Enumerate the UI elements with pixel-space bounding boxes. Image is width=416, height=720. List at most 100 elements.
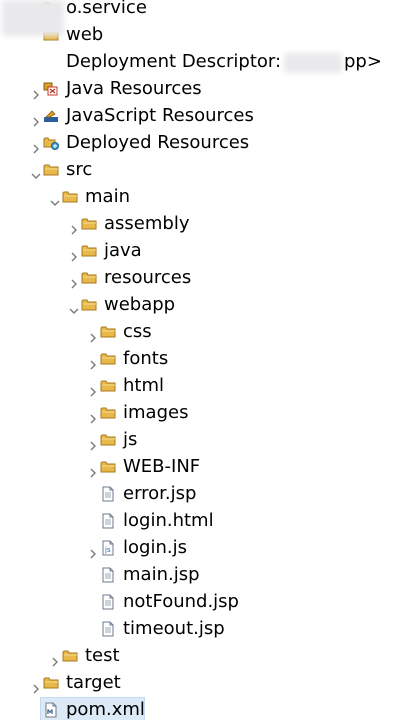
tree-item-fonts[interactable]: fonts: [0, 346, 416, 373]
javascript-file-icon: js: [100, 540, 116, 556]
file-icon: [100, 513, 116, 529]
tree-item-label: web: [66, 24, 104, 45]
tree-item-label: Deployment Descriptor:: [66, 51, 282, 72]
tree-item-label: main.jsp: [123, 564, 200, 585]
deployed-resources-icon: [43, 135, 59, 151]
tree-item-main-jsp[interactable]: main.jsp: [0, 562, 416, 589]
tree-item-test[interactable]: test: [0, 643, 416, 670]
tree-item-label: assembly: [104, 213, 190, 234]
tree-item-webapp[interactable]: webapp: [0, 292, 416, 319]
folder-icon: [100, 324, 116, 340]
tree-item-web-inf[interactable]: WEB-INF: [0, 454, 416, 481]
folder-icon: [100, 459, 116, 475]
collapse-arrow-icon[interactable]: [31, 84, 41, 100]
folder-icon: [81, 297, 97, 313]
tree-item-label: timeout.jsp: [123, 618, 225, 639]
tree-item-label: java: [104, 240, 142, 261]
collapse-arrow-icon[interactable]: [88, 435, 98, 451]
collapse-arrow-icon[interactable]: [31, 678, 41, 694]
expand-arrow-icon[interactable]: [69, 300, 79, 314]
tree-item-label: error.jsp: [123, 483, 197, 504]
tree-item-label: js: [123, 429, 138, 450]
tree-item-label: css: [123, 321, 152, 342]
tree-item-label: login.html: [123, 510, 214, 531]
tree-item-javascript-resources[interactable]: JavaScript Resources: [0, 103, 416, 130]
maven-pom-icon: M: [43, 702, 59, 718]
tree-item-label: o.service: [66, 0, 147, 18]
collapse-arrow-icon[interactable]: [69, 246, 79, 262]
collapse-arrow-icon[interactable]: [69, 273, 79, 289]
tree-item-main[interactable]: main: [0, 184, 416, 211]
folder-icon: [43, 162, 59, 178]
tree-item-timeout-jsp[interactable]: timeout.jsp: [0, 616, 416, 643]
folder-icon: [100, 378, 116, 394]
collapse-arrow-icon[interactable]: [50, 651, 60, 667]
tree-item-images[interactable]: images: [0, 400, 416, 427]
folder-icon: [81, 216, 97, 232]
collapse-arrow-icon[interactable]: [88, 462, 98, 478]
tree-item-label-suffix: pp>: [344, 51, 382, 72]
tree-item-notfound-jsp[interactable]: notFound.jsp: [0, 589, 416, 616]
collapse-arrow-icon[interactable]: [31, 138, 41, 154]
tree-item-deployed-resources[interactable]: Deployed Resources: [0, 130, 416, 157]
tree-item-label: target: [66, 672, 121, 693]
folder-icon: [81, 243, 97, 259]
svg-text:js: js: [104, 546, 111, 554]
folder-icon: [62, 648, 78, 664]
folder-icon: [81, 270, 97, 286]
folder-icon: [100, 432, 116, 448]
folder-icon: [100, 405, 116, 421]
tree-item-label: main: [85, 186, 130, 207]
tree-item-java[interactable]: java: [0, 238, 416, 265]
tree-item-java-resources[interactable]: Java Resources: [0, 76, 416, 103]
file-icon: [100, 594, 116, 610]
tree-item-src[interactable]: src: [0, 157, 416, 184]
expand-arrow-icon[interactable]: [31, 165, 41, 179]
expand-arrow-icon[interactable]: [50, 192, 60, 206]
tree-item-error-jsp[interactable]: error.jsp: [0, 481, 416, 508]
tree-item-login-html[interactable]: login.html: [0, 508, 416, 535]
collapse-arrow-icon[interactable]: [88, 408, 98, 424]
tree-item-assembly[interactable]: assembly: [0, 211, 416, 238]
project-explorer-tree: o.service web Deployment Descriptor: pp> Ja…: [0, 0, 416, 720]
tree-item-label: webapp: [104, 294, 176, 315]
tree-item-label: login.js: [123, 537, 187, 558]
collapse-arrow-icon[interactable]: [88, 381, 98, 397]
tree-item-html[interactable]: html: [0, 373, 416, 400]
collapse-arrow-icon[interactable]: [31, 111, 41, 127]
tree-item-deployment-descriptor[interactable]: Deployment Descriptor: pp>: [0, 49, 416, 76]
tree-item-label: images: [123, 402, 189, 423]
tree-item-resources[interactable]: resources: [0, 265, 416, 292]
tree-item-js[interactable]: js: [0, 427, 416, 454]
tree-item-label: notFound.jsp: [123, 591, 239, 612]
svg-text:M: M: [47, 708, 53, 716]
tree-item-css[interactable]: css: [0, 319, 416, 346]
tree-item-label: resources: [104, 267, 192, 288]
tree-item-label: src: [66, 159, 93, 180]
file-icon: [100, 486, 116, 502]
collapse-arrow-icon[interactable]: [88, 327, 98, 343]
tree-item-label: test: [85, 645, 120, 666]
collapse-arrow-icon[interactable]: [69, 219, 79, 235]
file-icon: [100, 621, 116, 637]
redacted-text: [284, 53, 342, 73]
collapse-arrow-icon[interactable]: [88, 543, 98, 559]
file-icon: [100, 567, 116, 583]
tree-item-label: html: [123, 375, 165, 396]
folder-icon: [43, 675, 59, 691]
tree-item-pom-xml[interactable]: Mpom.xml: [0, 697, 416, 720]
javascript-resources-icon: [43, 108, 59, 124]
tree-item-label: fonts: [123, 348, 169, 369]
tree-item-login-js[interactable]: js login.js: [0, 535, 416, 562]
tree-item-target[interactable]: target: [0, 670, 416, 697]
tree-item-label: pom.xml: [66, 699, 145, 720]
tree-item-label: Deployed Resources: [66, 132, 250, 153]
collapse-arrow-icon[interactable]: [88, 354, 98, 370]
tree-item-label: WEB-INF: [123, 456, 201, 477]
folder-icon: [62, 189, 78, 205]
java-resources-icon: [43, 81, 59, 97]
tree-item-label: Java Resources: [66, 78, 202, 99]
tree-item-label: JavaScript Resources: [66, 105, 254, 126]
folder-icon: [100, 351, 116, 367]
redacted-project-name: [2, 0, 64, 36]
